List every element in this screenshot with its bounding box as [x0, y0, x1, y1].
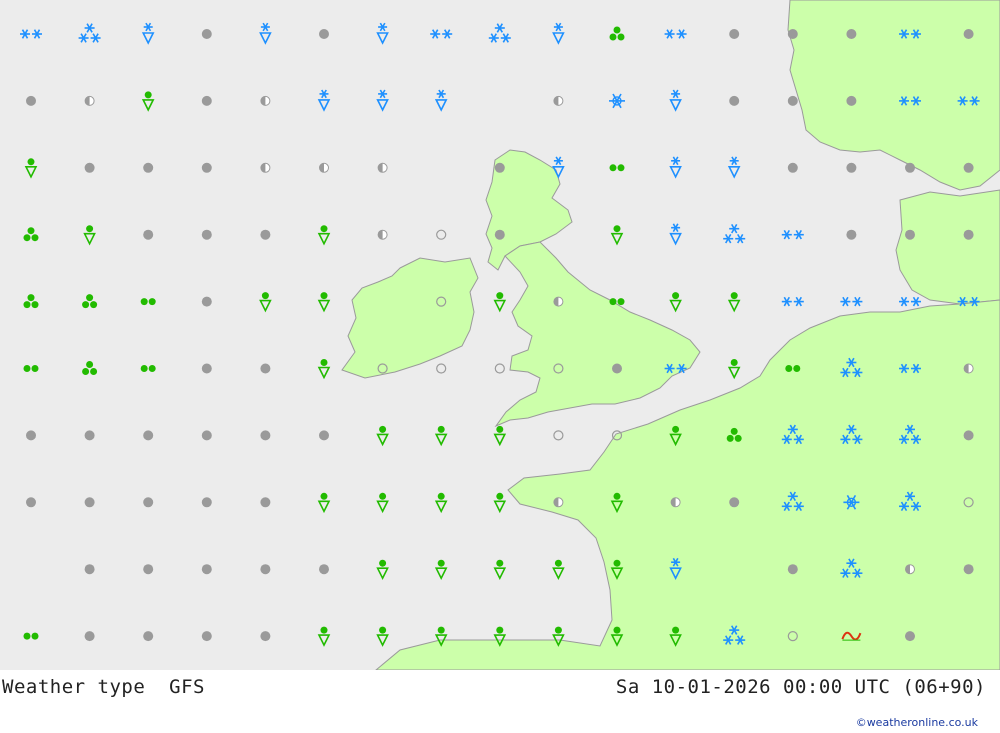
dot-icon [260, 229, 271, 240]
dot-icon [494, 229, 505, 240]
dot-icon [143, 430, 154, 441]
dot-icon [612, 363, 622, 374]
dot-icon [787, 29, 798, 39]
half-icon [963, 363, 974, 374]
dot-icon [787, 162, 798, 173]
map-product-label: Weather type GFS [2, 676, 205, 698]
land-denmark [895, 189, 1000, 305]
dot-icon [201, 229, 212, 240]
dot-icon [84, 631, 95, 642]
dot-icon [905, 631, 915, 642]
dot-icon [143, 229, 154, 240]
dot-icon [260, 497, 271, 508]
dot-icon [84, 162, 95, 173]
dot-icon [201, 296, 212, 307]
dot-icon [846, 229, 857, 240]
dot-icon [319, 29, 329, 39]
dot-icon [26, 95, 36, 106]
dot-icon [729, 497, 740, 508]
weather-map-view: Weather type GFS Sa 10-01-2026 00:00 UTC… [0, 0, 1000, 733]
dot-icon [260, 430, 271, 441]
dot-icon [260, 631, 271, 642]
half-icon [553, 95, 564, 106]
half-icon [260, 162, 271, 173]
credit-link[interactable]: ©weatheronline.co.uk [856, 716, 978, 729]
model-name: GFS [169, 676, 205, 698]
dot-icon [963, 29, 974, 39]
dot-icon [729, 95, 740, 106]
dot-icon [963, 430, 974, 441]
dot-icon [26, 497, 36, 508]
dot-icon [201, 363, 212, 374]
dot-icon [319, 564, 329, 575]
dot-icon [143, 162, 154, 173]
dot-icon [201, 564, 212, 575]
dot-icon [846, 95, 857, 106]
dot-icon [201, 162, 212, 173]
dot-icon [963, 564, 974, 575]
dot-icon [143, 631, 154, 642]
dot-icon [846, 29, 857, 39]
half-icon [670, 497, 681, 508]
dot-icon [905, 229, 915, 240]
half-icon [84, 95, 95, 106]
half-icon [553, 497, 564, 508]
half-icon [319, 162, 329, 173]
half-icon [377, 229, 388, 240]
dot-icon [319, 430, 329, 441]
dot-icon [201, 631, 212, 642]
dot-icon [260, 564, 271, 575]
dot-icon [729, 29, 740, 39]
dot-icon [201, 430, 212, 441]
dot-icon [846, 162, 857, 173]
half-icon [260, 95, 271, 106]
dot-icon [260, 363, 271, 374]
dot-icon [84, 497, 95, 508]
dot-icon [494, 162, 505, 173]
valid-time: Sa 10-01-2026 00:00 UTC (06+90) [615, 676, 986, 698]
dot-icon [905, 162, 915, 173]
half-icon [553, 296, 564, 307]
dot-icon [143, 497, 154, 508]
dot-icon [787, 95, 798, 106]
dot-icon [84, 430, 95, 441]
dot-icon [201, 29, 212, 39]
dot-icon [26, 430, 36, 441]
dot-icon [84, 564, 95, 575]
dot-icon [143, 564, 154, 575]
dot-icon [201, 95, 212, 106]
half-icon [905, 564, 915, 575]
product-name: Weather type [2, 676, 146, 698]
dot-icon [787, 564, 798, 575]
dot-icon [963, 162, 974, 173]
dot-icon [201, 497, 212, 508]
half-icon [377, 162, 388, 173]
dot-icon [963, 229, 974, 240]
weather-map [0, 0, 1000, 670]
